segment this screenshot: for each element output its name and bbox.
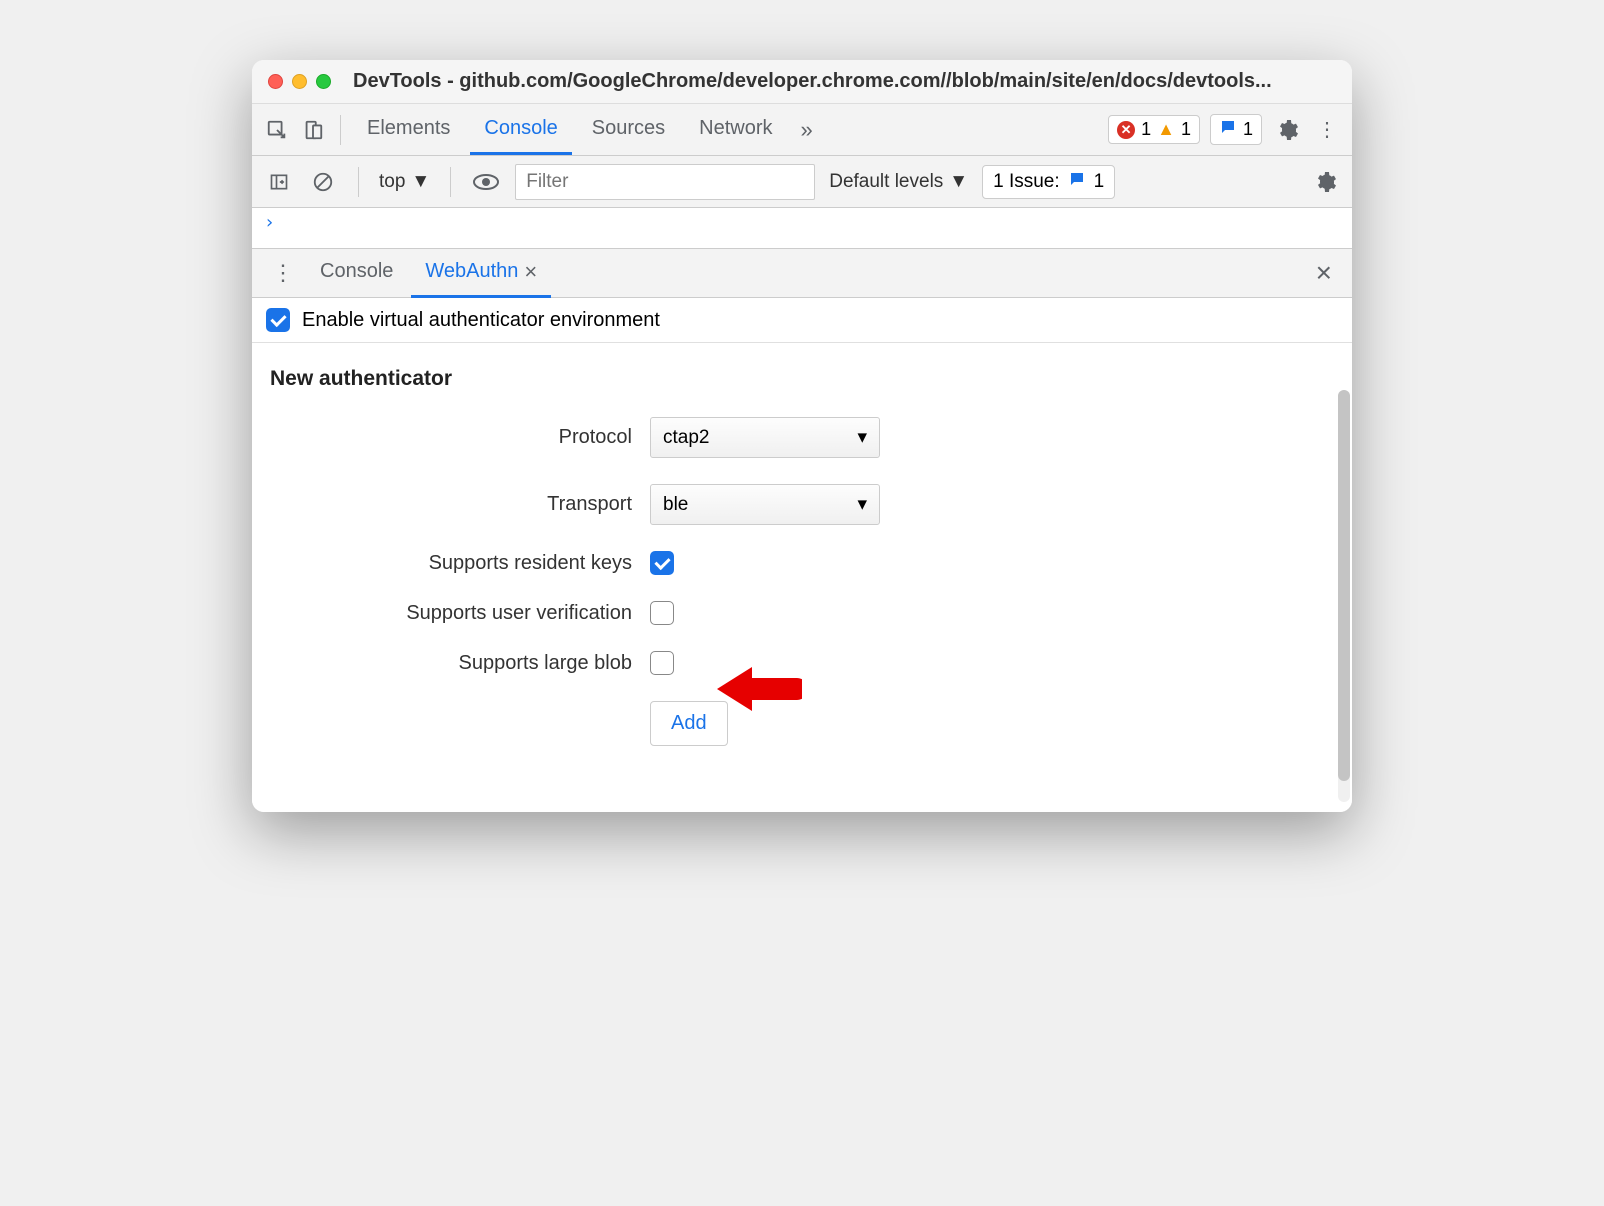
messages-badge[interactable]: 1 bbox=[1210, 114, 1262, 145]
transport-value: ble bbox=[663, 494, 688, 516]
transport-row: Transport ble ▾ bbox=[270, 484, 1334, 525]
error-warning-badge[interactable]: ✕ 1 ▲ 1 bbox=[1108, 115, 1200, 144]
transport-label: Transport bbox=[270, 493, 650, 516]
chevron-down-icon: ▾ bbox=[857, 426, 867, 449]
add-authenticator-button[interactable]: Add bbox=[650, 701, 728, 746]
resident-keys-label: Supports resident keys bbox=[270, 552, 650, 575]
protocol-select[interactable]: ctap2 ▾ bbox=[650, 417, 880, 458]
close-drawer-icon[interactable]: × bbox=[1308, 257, 1340, 289]
show-console-sidebar-icon[interactable] bbox=[264, 167, 294, 197]
drawer-tab-console-label: Console bbox=[320, 260, 393, 283]
divider bbox=[340, 115, 341, 145]
issue-label: 1 Issue: bbox=[993, 171, 1060, 193]
levels-label: Default levels bbox=[829, 171, 943, 193]
drawer-tab-webauthn-label: WebAuthn bbox=[425, 260, 518, 283]
inspect-icon[interactable] bbox=[262, 115, 292, 145]
console-prompt[interactable]: › bbox=[252, 208, 1352, 237]
tab-network[interactable]: Network bbox=[685, 105, 786, 155]
protocol-label: Protocol bbox=[270, 426, 650, 449]
context-value: top bbox=[379, 171, 405, 193]
console-toolbar: top ▼ Default levels ▼ 1 Issue: 1 bbox=[252, 156, 1352, 208]
console-output: › bbox=[252, 208, 1352, 248]
live-expression-icon[interactable] bbox=[471, 167, 501, 197]
warning-icon: ▲ bbox=[1157, 119, 1175, 140]
resident-keys-row: Supports resident keys bbox=[270, 551, 1334, 575]
user-verification-checkbox[interactable] bbox=[650, 601, 674, 625]
maximize-window-button[interactable] bbox=[316, 74, 331, 89]
chevron-down-icon: ▼ bbox=[949, 171, 968, 193]
console-settings-icon[interactable] bbox=[1310, 167, 1340, 197]
traffic-lights bbox=[268, 74, 331, 89]
context-selector[interactable]: top ▼ bbox=[379, 171, 430, 193]
devtools-window: DevTools - github.com/GoogleChrome/devel… bbox=[252, 60, 1352, 812]
filter-input[interactable] bbox=[515, 164, 815, 200]
add-button-row: Add bbox=[270, 701, 1334, 746]
enable-virtual-auth-row: Enable virtual authenticator environment bbox=[252, 298, 1352, 343]
resident-keys-checkbox[interactable] bbox=[650, 551, 674, 575]
minimize-window-button[interactable] bbox=[292, 74, 307, 89]
chevron-down-icon: ▼ bbox=[411, 171, 430, 193]
transport-select[interactable]: ble ▾ bbox=[650, 484, 880, 525]
message-icon bbox=[1219, 118, 1237, 141]
drawer-tab-console[interactable]: Console bbox=[306, 250, 407, 296]
user-verification-label: Supports user verification bbox=[270, 602, 650, 625]
main-tab-strip: Elements Console Sources Network » ✕ 1 ▲… bbox=[252, 104, 1352, 156]
large-blob-label: Supports large blob bbox=[270, 652, 650, 675]
webauthn-panel: New authenticator Protocol ctap2 ▾ Trans… bbox=[252, 343, 1352, 812]
error-count: 1 bbox=[1141, 119, 1151, 140]
drawer-tab-webauthn[interactable]: WebAuthn × bbox=[411, 249, 551, 298]
device-toolbar-icon[interactable] bbox=[298, 115, 328, 145]
window-title: DevTools - github.com/GoogleChrome/devel… bbox=[353, 70, 1272, 93]
clear-console-icon[interactable] bbox=[308, 167, 338, 197]
large-blob-checkbox[interactable] bbox=[650, 651, 674, 675]
issue-summary[interactable]: 1 Issue: 1 bbox=[982, 165, 1115, 199]
divider bbox=[450, 167, 451, 197]
drawer-tab-strip: ⋮ Console WebAuthn × × bbox=[252, 248, 1352, 298]
close-tab-icon[interactable]: × bbox=[524, 259, 537, 285]
scrollbar-thumb[interactable] bbox=[1338, 390, 1350, 781]
tab-elements[interactable]: Elements bbox=[353, 105, 464, 155]
tab-sources[interactable]: Sources bbox=[578, 105, 679, 155]
issue-icon bbox=[1068, 170, 1086, 194]
settings-icon[interactable] bbox=[1272, 115, 1302, 145]
more-options-icon[interactable]: ⋮ bbox=[1312, 115, 1342, 145]
message-count: 1 bbox=[1243, 119, 1253, 140]
warning-count: 1 bbox=[1181, 119, 1191, 140]
large-blob-row: Supports large blob bbox=[270, 651, 1334, 675]
new-authenticator-heading: New authenticator bbox=[270, 367, 1334, 391]
protocol-value: ctap2 bbox=[663, 427, 709, 449]
issue-count: 1 bbox=[1094, 171, 1105, 193]
tab-console[interactable]: Console bbox=[470, 105, 571, 155]
scrollbar[interactable] bbox=[1338, 390, 1350, 802]
user-verification-row: Supports user verification bbox=[270, 601, 1334, 625]
chevron-down-icon: ▾ bbox=[857, 493, 867, 516]
titlebar: DevTools - github.com/GoogleChrome/devel… bbox=[252, 60, 1352, 104]
divider bbox=[358, 167, 359, 197]
enable-virtual-auth-checkbox[interactable] bbox=[266, 308, 290, 332]
error-icon: ✕ bbox=[1117, 121, 1135, 139]
drawer-more-icon[interactable]: ⋮ bbox=[264, 260, 302, 286]
log-levels-selector[interactable]: Default levels ▼ bbox=[829, 171, 968, 193]
close-window-button[interactable] bbox=[268, 74, 283, 89]
protocol-row: Protocol ctap2 ▾ bbox=[270, 417, 1334, 458]
enable-virtual-auth-label: Enable virtual authenticator environment bbox=[302, 309, 660, 332]
more-tabs-icon[interactable]: » bbox=[793, 117, 821, 143]
